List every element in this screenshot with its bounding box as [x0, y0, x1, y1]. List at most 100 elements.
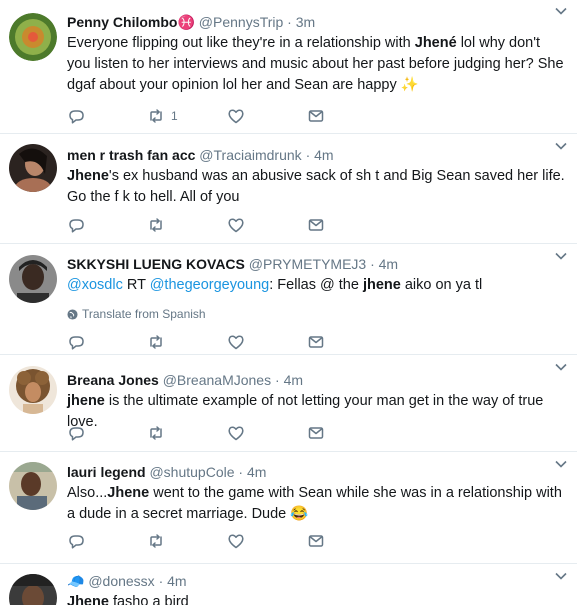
- retweet-button[interactable]: [147, 215, 227, 235]
- separator-dot: ·: [238, 464, 244, 480]
- retweet-button[interactable]: [147, 332, 227, 352]
- envelope-icon: [308, 427, 324, 439]
- reply-icon: [69, 427, 84, 441]
- retweet-count: 1: [171, 109, 178, 123]
- retweet-icon: [150, 335, 162, 349]
- text-segment: Everyone flipping out like they're in a …: [67, 35, 415, 51]
- timestamp[interactable]: 4m: [314, 147, 333, 163]
- tweet[interactable]: Breana Jones @BreanaMJones · 4m jhene is…: [0, 356, 577, 452]
- timestamp[interactable]: 4m: [284, 372, 303, 388]
- avatar[interactable]: [9, 462, 57, 510]
- highlighted-term: Jhene: [67, 594, 109, 605]
- reply-icon: [69, 219, 84, 233]
- like-button[interactable]: [227, 215, 307, 235]
- retweet-icon: [150, 426, 162, 440]
- avatar[interactable]: [9, 255, 57, 303]
- retweet-icon: [150, 534, 162, 548]
- reply-button[interactable]: [67, 106, 147, 126]
- reply-icon: [69, 535, 84, 549]
- heart-icon: [228, 335, 244, 350]
- text-segment: RT: [122, 277, 150, 293]
- timestamp[interactable]: 4m: [247, 464, 266, 480]
- text-segment: 's ex husband was an abusive sack of sh …: [67, 168, 565, 205]
- direct-message-button[interactable]: [307, 531, 387, 551]
- tweet-actions: 1: [67, 106, 387, 126]
- like-button[interactable]: [227, 106, 307, 126]
- display-name[interactable]: Breana Jones: [67, 372, 159, 388]
- retweet-icon: [150, 218, 162, 232]
- tweet-header: men r trash fan acc @Traciaimdrunk · 4m: [67, 145, 567, 165]
- avatar[interactable]: [9, 574, 57, 605]
- avatar[interactable]: [9, 366, 57, 414]
- heart-icon: [228, 426, 244, 441]
- retweet-button[interactable]: [147, 531, 227, 551]
- display-name[interactable]: Penny Chilombo: [67, 14, 177, 30]
- separator-dot: ·: [275, 372, 280, 388]
- username[interactable]: @PRYMETYMEJ3: [249, 256, 366, 272]
- retweet-button[interactable]: 1: [147, 106, 227, 126]
- envelope-icon: [308, 535, 324, 547]
- envelope-icon: [308, 219, 324, 231]
- tweet-header: Breana Jones @BreanaMJones · 4m: [67, 370, 567, 390]
- timestamp[interactable]: 4m: [379, 256, 398, 272]
- tweet[interactable]: Penny Chilombo♓ @PennysTrip · 3m Everyon…: [0, 0, 577, 134]
- separator-dot: ·: [370, 256, 375, 272]
- direct-message-button[interactable]: [307, 332, 387, 352]
- separator-dot: ·: [305, 147, 311, 163]
- like-button[interactable]: [227, 423, 307, 443]
- reply-button[interactable]: [67, 332, 147, 352]
- tweet-text: Jhene's ex husband was an abusive sack o…: [67, 166, 567, 208]
- text-segment: aiko on ya tl: [400, 277, 483, 293]
- reply-button[interactable]: [67, 215, 147, 235]
- chevron-down-icon[interactable]: [553, 456, 569, 472]
- direct-message-button[interactable]: [307, 106, 387, 126]
- tweet[interactable]: 🧢 @donessx · 4m Jhene fasho a bird: [0, 565, 577, 605]
- highlighted-term: jhene: [362, 277, 401, 293]
- translate-link[interactable]: Translate from Spanish: [67, 306, 567, 322]
- tweet[interactable]: SKKYSHI LUENG KOVACS @PRYMETYMEJ3 · 4m @…: [0, 245, 577, 355]
- chevron-down-icon[interactable]: [553, 138, 569, 154]
- chevron-down-icon[interactable]: [553, 3, 569, 19]
- username[interactable]: @BreanaMJones: [163, 372, 271, 388]
- translate-label: Translate from Spanish: [82, 307, 206, 321]
- avatar[interactable]: [9, 144, 57, 192]
- username[interactable]: @Traciaimdrunk: [199, 147, 301, 163]
- reply-icon: [69, 110, 84, 124]
- chevron-down-icon[interactable]: [553, 359, 569, 375]
- display-name[interactable]: 🧢: [67, 573, 84, 589]
- reply-button[interactable]: [67, 531, 147, 551]
- tweet-actions: [67, 215, 387, 235]
- tweet-text: Also...Jhene went to the game with Sean …: [67, 483, 567, 525]
- tweet[interactable]: men r trash fan acc @Traciaimdrunk · 4m …: [0, 135, 577, 244]
- chevron-down-icon[interactable]: [553, 568, 569, 584]
- username[interactable]: @donessx: [88, 573, 154, 589]
- highlighted-term: Jhené: [414, 35, 457, 51]
- username[interactable]: @PennysTrip: [199, 14, 284, 30]
- heart-icon: [228, 534, 244, 549]
- direct-message-button[interactable]: [307, 215, 387, 235]
- display-name[interactable]: men r trash fan acc: [67, 147, 195, 163]
- tweet-actions: [67, 423, 387, 443]
- retweet-button[interactable]: [147, 423, 227, 443]
- mention-link[interactable]: @thegeorgeyoung: [150, 277, 270, 293]
- display-name[interactable]: lauri legend: [67, 464, 146, 480]
- tweet[interactable]: lauri legend @shutupCole · 4m Also...Jhe…: [0, 453, 577, 564]
- direct-message-button[interactable]: [307, 423, 387, 443]
- heart-icon: [228, 109, 244, 124]
- timestamp[interactable]: 3m: [296, 14, 315, 30]
- like-button[interactable]: [227, 531, 307, 551]
- avatar[interactable]: [9, 13, 57, 61]
- tweet-text: @xosdlc RT @thegeorgeyoung: Fellas @ the…: [67, 275, 567, 296]
- mention-link[interactable]: @xosdlc: [67, 277, 123, 293]
- tweet-feed: Penny Chilombo♓ @PennysTrip · 3m Everyon…: [0, 0, 577, 605]
- username[interactable]: @shutupCole: [149, 464, 234, 480]
- timestamp[interactable]: 4m: [167, 573, 186, 589]
- separator-dot: ·: [158, 573, 164, 589]
- reply-button[interactable]: [67, 423, 147, 443]
- display-name[interactable]: SKKYSHI LUENG KOVACS: [67, 256, 245, 272]
- text-segment: Also...: [67, 485, 108, 501]
- envelope-icon: [308, 110, 324, 122]
- highlighted-term: jhene: [67, 393, 105, 409]
- chevron-down-icon[interactable]: [553, 248, 569, 264]
- like-button[interactable]: [227, 332, 307, 352]
